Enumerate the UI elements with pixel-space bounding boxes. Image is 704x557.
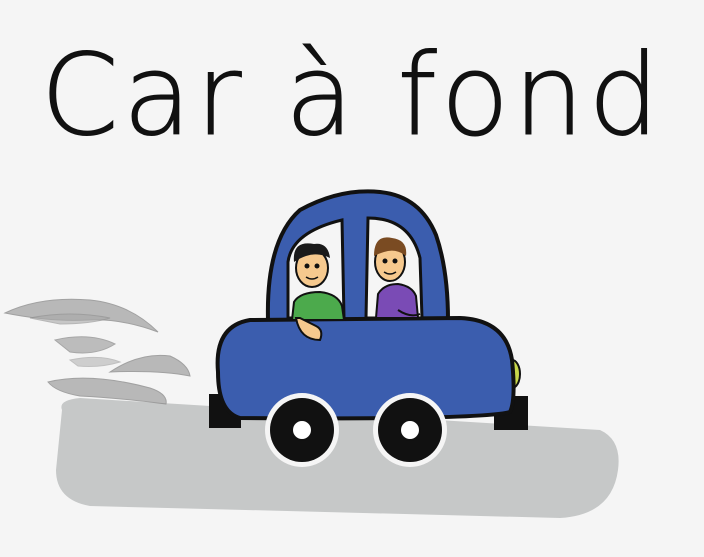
illustration: Car à fond: [0, 0, 704, 557]
page-title: Car à fond: [40, 31, 664, 161]
smoke-icon: [3, 298, 191, 405]
car-body: [215, 315, 516, 421]
rear-wheel: [265, 393, 339, 467]
front-wheel: [373, 393, 447, 467]
